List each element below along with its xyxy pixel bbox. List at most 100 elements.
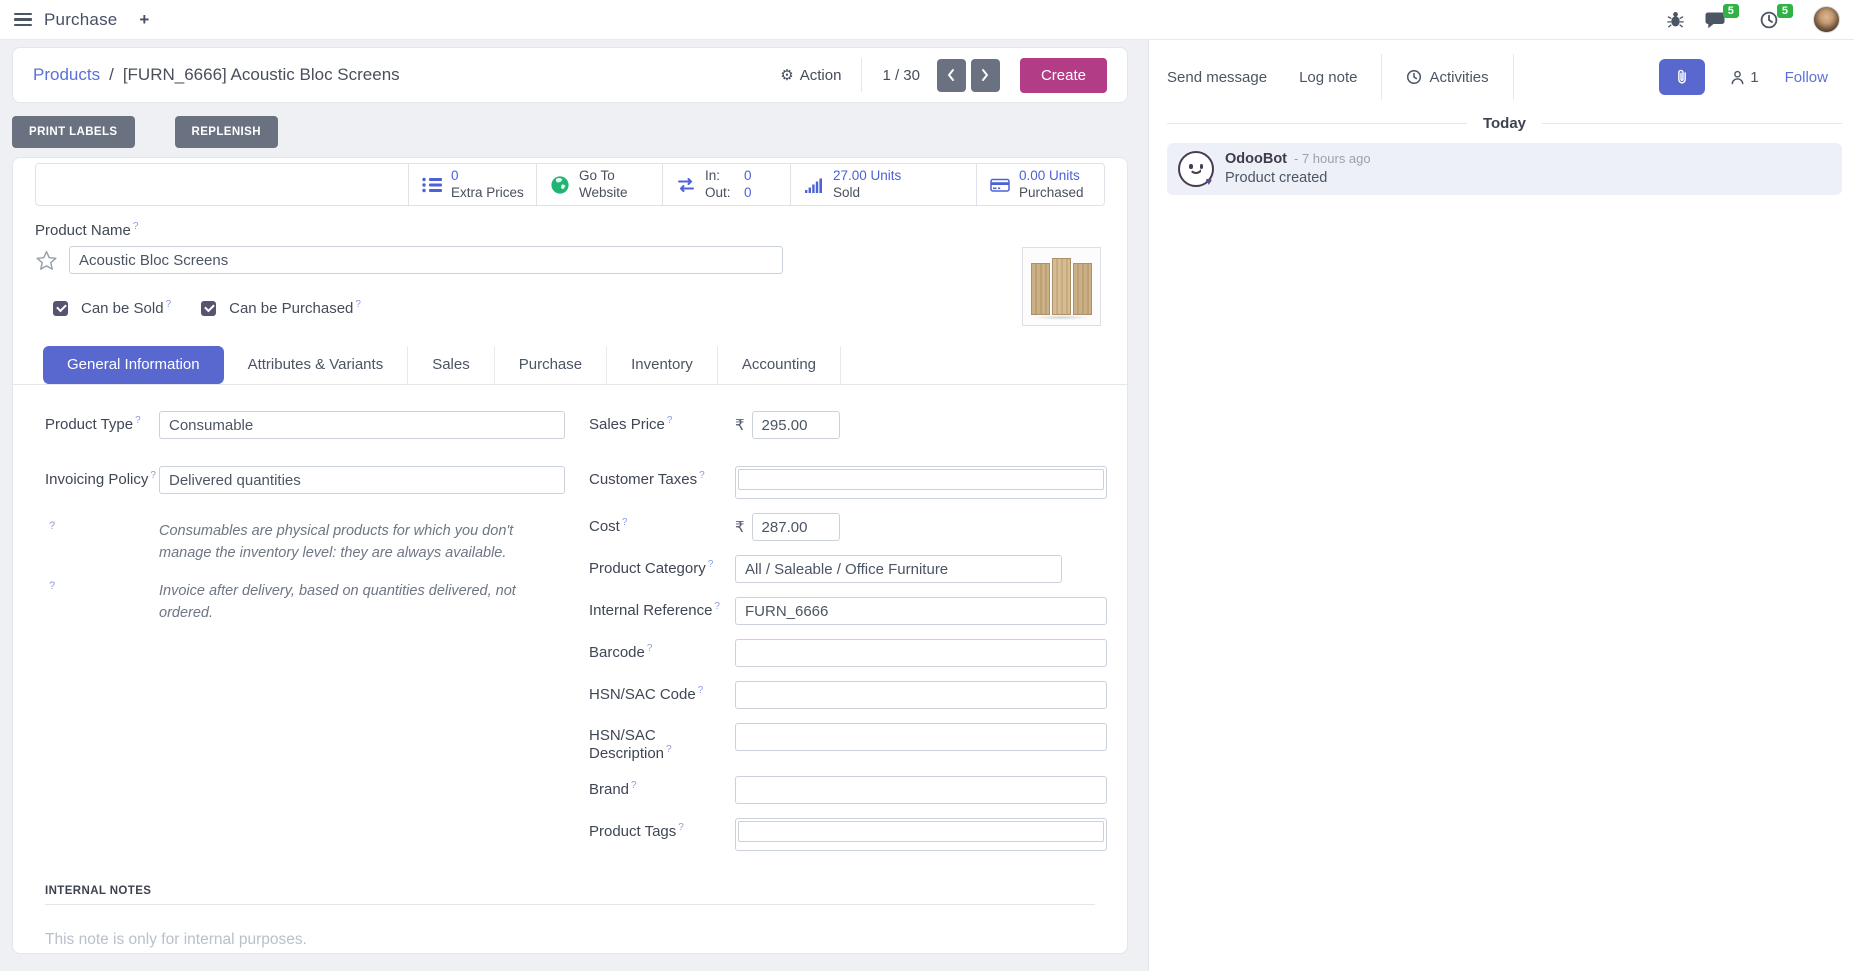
breadcrumb: Products / [FURN_6666] Acoustic Bloc Scr… xyxy=(33,65,400,85)
gear-icon: ⚙ xyxy=(780,68,793,83)
pager-next-button[interactable] xyxy=(971,59,1000,92)
currency-symbol: ₹ xyxy=(735,518,745,536)
invoicing-policy-input[interactable] xyxy=(159,466,565,494)
brand-input[interactable] xyxy=(735,776,1107,804)
hsn-sac-description-label: HSN/SAC Description? xyxy=(589,723,735,762)
app-name[interactable]: Purchase xyxy=(44,10,117,30)
paperclip-icon xyxy=(1673,68,1691,86)
wood-screen-panel xyxy=(1031,263,1050,315)
action-menu-button[interactable]: ⚙ Action xyxy=(780,67,841,84)
customer-taxes-label: Customer Taxes? xyxy=(589,466,735,488)
message-timestamp: - 7 hours ago xyxy=(1294,151,1371,166)
product-type-input[interactable] xyxy=(159,411,565,439)
tab-inventory[interactable]: Inventory xyxy=(606,346,717,384)
stat-extra-prices[interactable]: 0 Extra Prices xyxy=(408,164,536,205)
sales-price-label: Sales Price? xyxy=(589,411,735,433)
form-pane: Products / [FURN_6666] Acoustic Bloc Scr… xyxy=(0,40,1148,971)
product-type-label: Product Type? xyxy=(45,411,159,433)
customer-taxes-input[interactable] xyxy=(735,466,1107,499)
website-line2: Website xyxy=(579,185,628,201)
breadcrumb-products-link[interactable]: Products xyxy=(33,65,100,85)
follow-button[interactable]: Follow xyxy=(1785,69,1828,86)
units-sold-value: 27.00 Units xyxy=(833,168,901,184)
apps-menu-icon[interactable] xyxy=(14,13,32,26)
stat-button-box: 0 Extra Prices Go To Website xyxy=(35,163,1105,206)
internal-reference-input[interactable] xyxy=(735,597,1107,625)
followers-button[interactable]: 1 xyxy=(1729,69,1758,86)
cost-label: Cost? xyxy=(589,513,735,535)
help-marker: ? xyxy=(45,580,159,625)
message-body: Product created xyxy=(1225,170,1371,186)
chevron-right-icon xyxy=(980,67,990,83)
breadcrumb-separator: / xyxy=(109,65,114,85)
tab-attributes-variants[interactable]: Attributes & Variants xyxy=(224,346,408,384)
create-button[interactable]: Create xyxy=(1020,58,1107,93)
sales-price-input[interactable] xyxy=(752,411,840,439)
message-author[interactable]: OdooBot xyxy=(1225,151,1287,167)
chatter-message: ♥ OdooBot - 7 hours ago Product created xyxy=(1167,143,1842,195)
internal-notes-header: INTERNAL NOTES xyxy=(45,885,1095,905)
messages-count-badge: 5 xyxy=(1723,4,1739,18)
pricelist-icon xyxy=(422,177,442,193)
cost-input[interactable] xyxy=(752,513,840,541)
invoicing-policy-label: Invoicing Policy? xyxy=(45,466,159,488)
log-note-button[interactable]: Log note xyxy=(1299,69,1357,86)
favorite-star-icon[interactable] xyxy=(35,249,58,272)
activity-clock-icon xyxy=(1406,69,1422,85)
internal-notes-editor[interactable]: This note is only for internal purposes. xyxy=(45,931,1095,949)
print-labels-button[interactable]: PRINT LABELS xyxy=(12,116,135,148)
product-image[interactable] xyxy=(1022,247,1101,326)
hsn-sac-code-label: HSN/SAC Code? xyxy=(589,681,735,703)
chatter-panel: Send message Log note Activities xyxy=(1148,40,1854,971)
date-divider: Today xyxy=(1167,115,1842,132)
internal-notes-section: INTERNAL NOTES This note is only for int… xyxy=(45,885,1095,949)
send-message-button[interactable]: Send message xyxy=(1167,69,1267,86)
tab-purchase[interactable]: Purchase xyxy=(494,346,606,384)
replenish-button[interactable]: REPLENISH xyxy=(175,116,278,148)
in-label: In: xyxy=(705,168,734,184)
control-panel: Products / [FURN_6666] Acoustic Bloc Scr… xyxy=(12,47,1128,103)
credit-card-icon xyxy=(990,177,1010,193)
stat-in-out[interactable]: In:0 Out:0 xyxy=(662,164,790,205)
help-marker: ? xyxy=(133,221,139,232)
product-category-input[interactable] xyxy=(735,555,1062,583)
stat-units-sold[interactable]: 27.00 Units Sold xyxy=(790,164,976,205)
transfer-arrows-icon xyxy=(676,176,696,194)
wood-screen-panel xyxy=(1052,258,1071,315)
checkbox-checked-icon xyxy=(201,301,216,316)
product-tags-input[interactable] xyxy=(735,818,1107,851)
extra-prices-label: Extra Prices xyxy=(451,185,524,201)
can-be-sold-label: Can be Sold? xyxy=(81,299,171,317)
chatter-toolbar: Send message Log note Activities xyxy=(1167,52,1842,102)
hsn-sac-code-input[interactable] xyxy=(735,681,1107,709)
stat-go-to-website[interactable]: Go To Website xyxy=(536,164,662,205)
pager-previous-button[interactable] xyxy=(937,59,966,92)
tab-sales[interactable]: Sales xyxy=(407,346,494,384)
breadcrumb-current: [FURN_6666] Acoustic Bloc Screens xyxy=(123,65,400,85)
hsn-sac-description-input[interactable] xyxy=(735,723,1107,751)
wood-screen-panel xyxy=(1073,263,1092,315)
odoobot-avatar: ♥ xyxy=(1178,151,1214,187)
attach-files-button[interactable] xyxy=(1659,59,1705,95)
messages-icon[interactable]: 5 xyxy=(1705,10,1739,29)
product-name-section: Product Name? xyxy=(33,221,1107,274)
barcode-input[interactable] xyxy=(735,639,1107,667)
user-avatar[interactable] xyxy=(1813,6,1840,33)
can-be-purchased-label: Can be Purchased? xyxy=(229,299,361,317)
barcode-label: Barcode? xyxy=(589,639,735,661)
date-divider-label: Today xyxy=(1483,115,1526,132)
can-be-sold-checkbox[interactable]: Can be Sold? xyxy=(53,299,171,317)
tab-general-information[interactable]: General Information xyxy=(43,346,224,384)
product-name-input[interactable] xyxy=(69,246,783,274)
help-marker: ? xyxy=(45,520,159,565)
plus-icon[interactable]: + xyxy=(139,10,149,30)
debug-bug-icon[interactable] xyxy=(1666,10,1685,29)
tab-accounting[interactable]: Accounting xyxy=(717,346,841,384)
notebook-tabs: General Information Attributes & Variant… xyxy=(13,346,1127,385)
can-be-purchased-checkbox[interactable]: Can be Purchased? xyxy=(201,299,361,317)
units-purchased-label: Purchased xyxy=(1019,185,1084,201)
activities-clock-icon[interactable]: 5 xyxy=(1759,10,1793,30)
schedule-activity-button[interactable]: Activities xyxy=(1406,69,1488,86)
divider xyxy=(1381,54,1382,100)
stat-units-purchased[interactable]: 0.00 Units Purchased xyxy=(976,164,1104,205)
